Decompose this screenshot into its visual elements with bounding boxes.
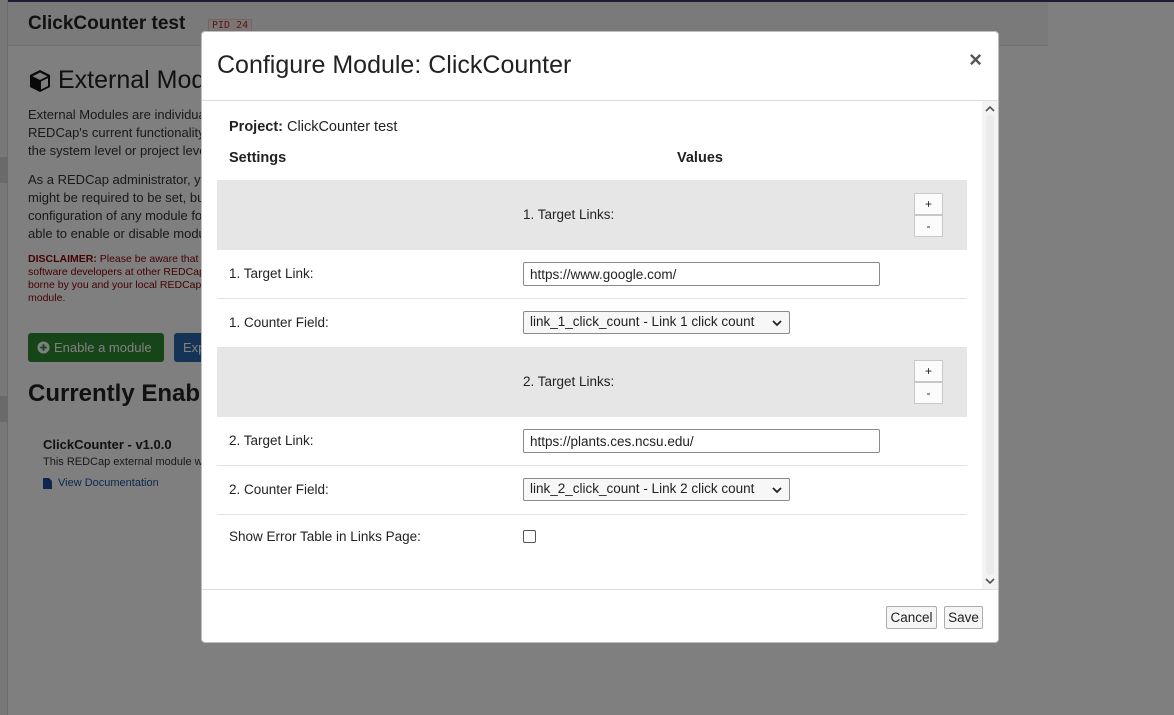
project-line: Project: ClickCounter test: [229, 119, 397, 135]
chevron-down-icon: [772, 320, 782, 327]
remove-instance-button[interactable]: -: [914, 382, 943, 404]
settings-header: Settings: [229, 150, 287, 166]
setting-row: 2. Counter Field: link_2_click_count - L…: [217, 466, 967, 515]
modal-footer: Cancel Save: [202, 589, 998, 642]
project-name: ClickCounter test: [283, 119, 398, 135]
setting-row: 2. Target Link:: [217, 417, 967, 466]
close-icon[interactable]: ×: [969, 49, 982, 71]
modal-title: Configure Module: ClickCounter: [217, 51, 572, 79]
counter-field-2-select[interactable]: link_2_click_count - Link 2 click count: [523, 478, 790, 501]
cancel-button[interactable]: Cancel: [886, 606, 937, 629]
target-link-1-label: 1. Target Link:: [229, 266, 314, 281]
error-table-label: Show Error Table in Links Page:: [229, 529, 421, 544]
group-title: 2. Target Links:: [523, 374, 615, 389]
target-link-2-label: 2. Target Link:: [229, 433, 314, 448]
modal-body: Project: ClickCounter test Settings Valu…: [202, 101, 984, 589]
target-link-2-input[interactable]: [523, 429, 880, 453]
counter-field-2-value: link_2_click_count - Link 2 click count: [530, 481, 755, 496]
chevron-down-icon: [772, 487, 782, 494]
add-instance-button[interactable]: +: [914, 360, 943, 382]
target-link-1-input[interactable]: [523, 262, 880, 286]
project-label: Project:: [229, 119, 283, 135]
configure-module-dialog: Configure Module: ClickCounter × Project…: [201, 31, 999, 643]
values-header: Values: [677, 150, 723, 166]
counter-field-2-label: 2. Counter Field:: [229, 482, 329, 497]
error-table-checkbox[interactable]: [523, 530, 536, 543]
setting-row: Show Error Table in Links Page:: [217, 515, 967, 559]
save-button[interactable]: Save: [944, 606, 983, 629]
setting-row: 1. Counter Field: link_1_click_count - L…: [217, 299, 967, 348]
remove-instance-button[interactable]: -: [914, 215, 943, 237]
counter-field-1-value: link_1_click_count - Link 1 click count: [530, 314, 755, 329]
add-instance-button[interactable]: +: [914, 193, 943, 215]
scroll-up-icon[interactable]: [985, 104, 995, 114]
scroll-down-icon[interactable]: [985, 576, 995, 586]
counter-field-1-select[interactable]: link_1_click_count - Link 1 click count: [523, 311, 790, 334]
modal-scrollbar[interactable]: [982, 101, 998, 589]
group-row-1: 1. Target Links: + -: [217, 180, 967, 250]
setting-row: 1. Target Link:: [217, 250, 967, 299]
scroll-thumb[interactable]: [986, 115, 994, 575]
counter-field-1-label: 1. Counter Field:: [229, 315, 329, 330]
group-row-2: 2. Target Links: + -: [217, 348, 967, 417]
modal-header: Configure Module: ClickCounter ×: [202, 32, 998, 101]
group-title: 1. Target Links:: [523, 207, 615, 222]
